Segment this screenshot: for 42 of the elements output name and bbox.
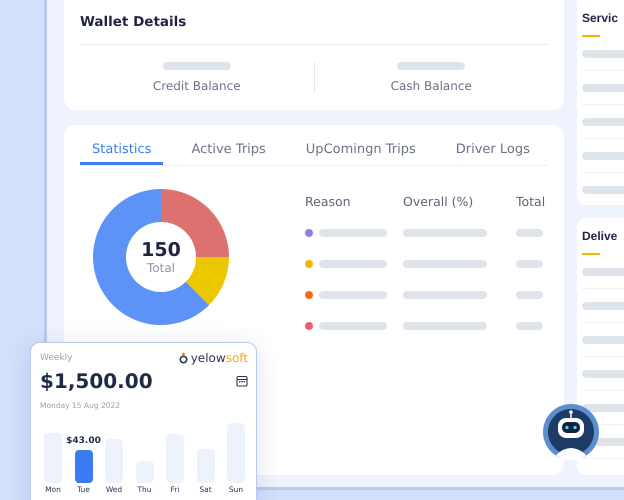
total-label: Total bbox=[146, 261, 176, 275]
card-title: Delive bbox=[582, 229, 618, 243]
placeholder-bar bbox=[582, 302, 624, 310]
placeholder-bar bbox=[582, 336, 624, 344]
placeholder-bar bbox=[582, 370, 624, 378]
placeholder-bar bbox=[582, 152, 624, 160]
placeholder-bar bbox=[582, 268, 624, 276]
placeholder-bar bbox=[516, 260, 543, 268]
placeholder-bar bbox=[319, 322, 387, 330]
placeholder-bar bbox=[582, 84, 624, 92]
tab[interactable]: Driver Logs bbox=[444, 125, 542, 165]
placeholder-bar bbox=[516, 228, 543, 236]
placeholder-bar bbox=[516, 290, 543, 298]
placeholder-bar bbox=[582, 404, 624, 412]
period-label: Weekly bbox=[40, 353, 72, 363]
placeholder-bar bbox=[319, 260, 387, 268]
bar-value: $43.00 bbox=[66, 436, 101, 446]
card-title: Servic bbox=[582, 11, 618, 25]
calendar-icon[interactable] bbox=[236, 375, 248, 387]
card-title: Wallet Details bbox=[80, 14, 188, 32]
bar[interactable] bbox=[74, 450, 92, 483]
placeholder-bar bbox=[582, 118, 624, 126]
placeholder-bar bbox=[319, 290, 387, 298]
tab[interactable]: Active Trips bbox=[179, 125, 278, 165]
placeholder-bar bbox=[162, 62, 231, 70]
column-header: Total bbox=[516, 194, 546, 209]
placeholder-bar bbox=[319, 228, 387, 236]
column-header: Overall (%) bbox=[403, 194, 474, 209]
placeholder-bar bbox=[582, 186, 624, 194]
tab[interactable]: Statistics bbox=[80, 125, 164, 165]
column-header: Reason bbox=[305, 194, 352, 209]
logo-text: yelowsoft bbox=[190, 351, 248, 365]
placeholder-bar bbox=[516, 322, 543, 330]
placeholder-bar bbox=[582, 50, 624, 58]
robot-icon[interactable] bbox=[542, 403, 600, 461]
placeholder-bar bbox=[397, 62, 466, 70]
logo-icon bbox=[178, 352, 188, 364]
tab[interactable]: UpComingn Trips bbox=[294, 125, 428, 165]
balance-label: Credit Balance bbox=[152, 79, 241, 93]
balance-label: Cash Balance bbox=[390, 79, 472, 93]
amount: $1,500.00 bbox=[40, 369, 153, 393]
total-value: 150 bbox=[141, 239, 181, 261]
